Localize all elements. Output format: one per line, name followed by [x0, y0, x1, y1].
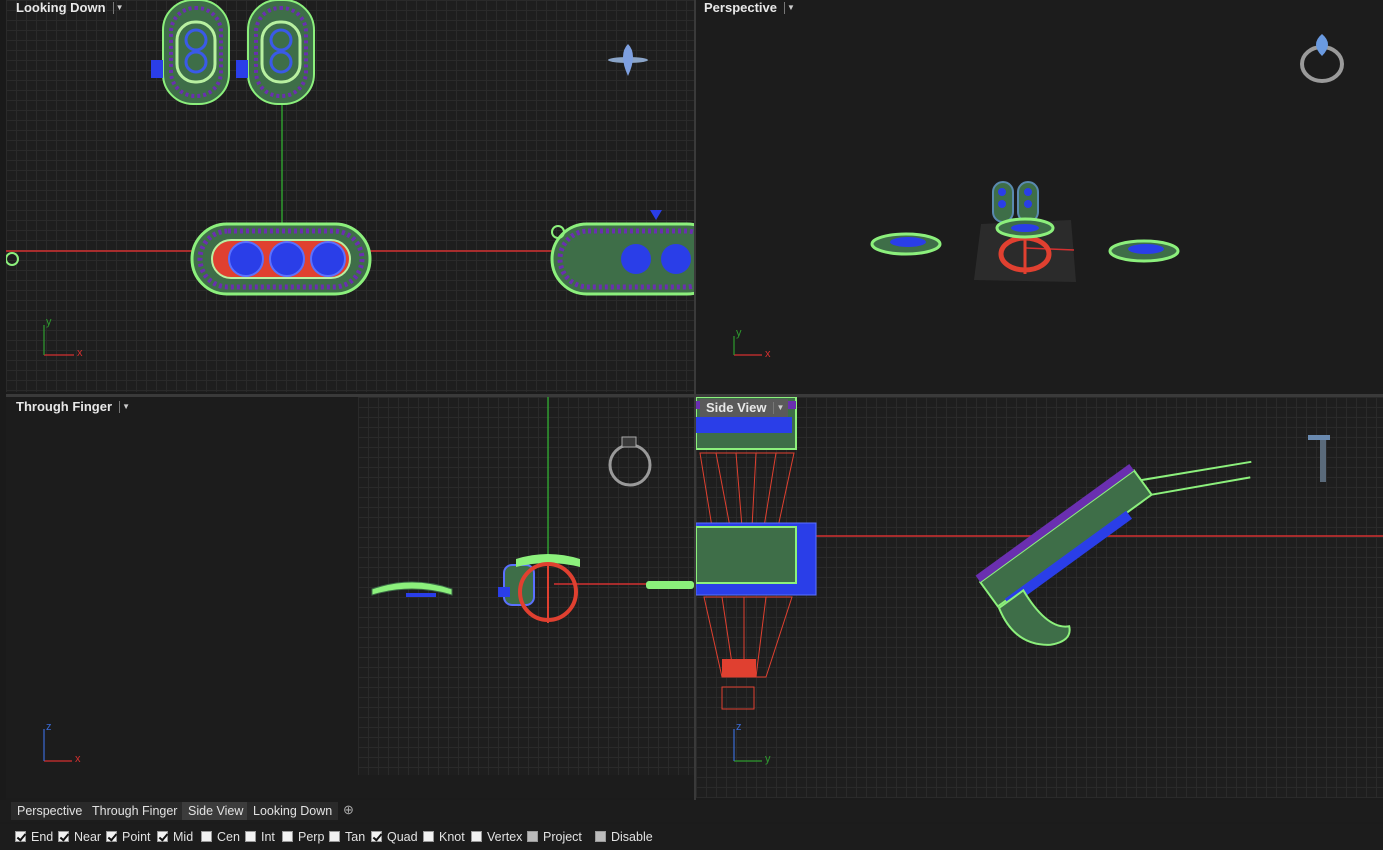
checkbox[interactable] [245, 831, 256, 842]
viewport-title-label: Through Finger [16, 399, 113, 414]
viewport-title-through-finger[interactable]: Through Finger ▼ [16, 399, 134, 415]
ring-tall-wireframe [696, 397, 817, 710]
checkbox[interactable] [329, 831, 340, 842]
axis-label-z: z [736, 721, 742, 733]
axis-label-z: z [46, 721, 52, 733]
axis-label-x: x [77, 347, 83, 359]
axis-label-x: x [75, 753, 81, 765]
chevron-down-icon[interactable]: ▼ [112, 2, 126, 14]
ring-thumbnail [1308, 435, 1330, 482]
viewport-divider-horizontal[interactable] [0, 394, 1383, 397]
ring-band-main [190, 222, 372, 296]
ring-left [870, 232, 942, 256]
ring-center [498, 554, 580, 623]
viewport-looking-down[interactable]: x y Looking Down ▼ [6, 0, 694, 392]
tab-perspective[interactable]: Perspective [11, 802, 89, 820]
ring-thumbnail [608, 436, 652, 487]
checkbox[interactable] [282, 831, 293, 842]
checkbox[interactable] [371, 831, 382, 842]
perspective-canvas [733, 34, 1344, 356]
checkbox[interactable] [15, 831, 26, 842]
checkbox[interactable] [471, 831, 482, 842]
chevron-down-icon[interactable]: ▼ [773, 402, 786, 414]
checkbox[interactable] [527, 831, 538, 842]
checkbox[interactable] [201, 831, 212, 842]
checkbox[interactable] [157, 831, 168, 842]
viewport-title-label: Side View [706, 400, 767, 415]
viewport-divider-vertical[interactable] [694, 0, 696, 800]
looking-down-canvas [6, 0, 694, 356]
checkbox[interactable] [423, 831, 434, 842]
viewport-title-side-view[interactable]: Side View ▼ [700, 399, 789, 417]
axis-label-y: y [736, 327, 742, 339]
checkbox[interactable] [58, 831, 69, 842]
ring-thumbnail [608, 44, 648, 76]
viewport-side-view[interactable]: y z Side View ▼ [696, 397, 1383, 798]
osnap-bar: End Near Point Mid Cen Int Perp Tan Quad… [0, 824, 1383, 850]
chevron-down-icon[interactable]: ▼ [784, 2, 797, 14]
tab-side-view[interactable]: Side View [182, 802, 250, 820]
ring-side-profile [975, 460, 1252, 646]
ring-band-right [550, 210, 694, 296]
chevron-down-icon[interactable]: ▼ [119, 401, 132, 413]
through-finger-canvas [43, 397, 694, 762]
checkbox[interactable] [595, 831, 606, 842]
ring-right [1108, 239, 1180, 263]
ring-thumbnail [1300, 34, 1344, 83]
tab-looking-down[interactable]: Looking Down [247, 802, 339, 820]
axis-label-y: y [765, 753, 771, 765]
add-tab-icon[interactable]: ⊕ [343, 802, 354, 818]
window-left-edge [0, 0, 6, 800]
side-view-canvas [696, 397, 1383, 762]
viewport-through-finger[interactable]: x z Through Finger ▼ [6, 397, 694, 798]
axis-label-x: x [765, 348, 771, 360]
ring-top-right [236, 0, 315, 105]
viewport-title-label: Perspective [704, 0, 777, 15]
tab-through-finger[interactable]: Through Finger [86, 802, 184, 820]
viewport-tab-bar: Perspective Through Finger Side View Loo… [0, 800, 1383, 822]
viewport-title-label: Looking Down [16, 0, 106, 15]
axis-label-y: y [46, 316, 52, 328]
checkbox[interactable] [106, 831, 117, 842]
ring-top-left [151, 0, 230, 105]
viewport-title-looking-down[interactable]: Looking Down ▼ [16, 0, 128, 16]
viewport-perspective[interactable]: x y Perspective ▼ [696, 0, 1383, 394]
viewport-title-perspective[interactable]: Perspective ▼ [704, 0, 799, 16]
